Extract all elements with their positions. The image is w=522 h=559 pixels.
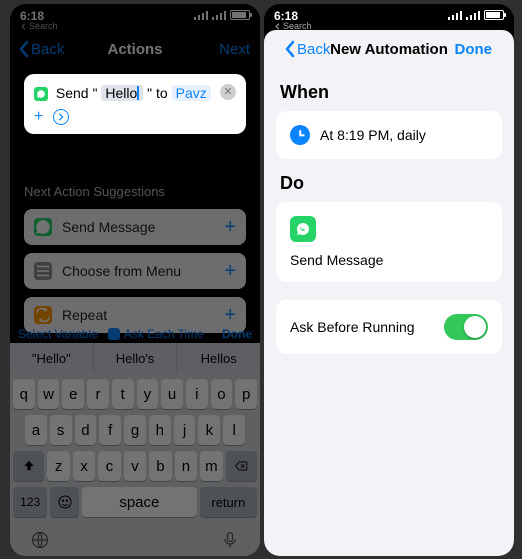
key-m[interactable]: m	[200, 451, 222, 481]
add-icon[interactable]: +	[224, 216, 236, 239]
ask-before-running-toggle[interactable]	[444, 314, 488, 340]
key-k[interactable]: k	[198, 415, 220, 445]
add-parameter-icon[interactable]: +	[34, 108, 43, 126]
key-f[interactable]: f	[99, 415, 121, 445]
menu-icon	[34, 262, 52, 280]
add-icon[interactable]: +	[224, 260, 236, 283]
kb-row-4: 123 space return	[13, 487, 257, 517]
mic-key[interactable]	[220, 530, 240, 550]
key-y[interactable]: y	[137, 379, 159, 409]
shift-key[interactable]	[13, 451, 44, 481]
next-action-suggestions: Next Action Suggestions Send Message + C…	[24, 164, 246, 341]
globe-key[interactable]	[30, 530, 50, 550]
key-t[interactable]: t	[112, 379, 134, 409]
signal-icon	[448, 10, 462, 20]
key-v[interactable]: v	[124, 451, 146, 481]
return-key[interactable]: return	[200, 487, 257, 517]
key-j[interactable]: j	[174, 415, 196, 445]
do-section-title: Do	[280, 173, 498, 194]
suggestion-choose-from-menu[interactable]: Choose from Menu +	[24, 253, 246, 289]
key-q[interactable]: q	[13, 379, 35, 409]
recipient-token[interactable]: Pavz	[172, 85, 211, 101]
signal-icon	[212, 10, 226, 20]
send-message-action-card[interactable]: ✕ Send " Hello " to Pavz +	[24, 74, 246, 134]
clear-action-icon[interactable]: ✕	[220, 84, 236, 100]
backspace-key[interactable]	[226, 451, 257, 481]
kb-suggestion[interactable]: Hello's	[94, 343, 178, 373]
whatsapp-icon	[34, 218, 52, 236]
when-trigger-text: At 8:19 PM, daily	[320, 127, 426, 143]
key-r[interactable]: r	[87, 379, 109, 409]
ask-each-time-icon	[108, 328, 120, 340]
clock-icon	[290, 125, 310, 145]
ask-before-running-row: Ask Before Running	[276, 300, 502, 354]
key-e[interactable]: e	[62, 379, 84, 409]
expand-action-icon[interactable]	[53, 109, 69, 125]
key-s[interactable]: s	[50, 415, 72, 445]
battery-icon	[230, 10, 250, 20]
back-button[interactable]: Back	[284, 30, 330, 68]
kb-row-3: zxcvbnm	[13, 451, 257, 481]
key-l[interactable]: l	[223, 415, 245, 445]
key-d[interactable]: d	[75, 415, 97, 445]
key-n[interactable]: n	[175, 451, 197, 481]
key-u[interactable]: u	[161, 379, 183, 409]
suggestions-title: Next Action Suggestions	[24, 184, 246, 199]
numbers-key[interactable]: 123	[13, 487, 47, 517]
whatsapp-icon	[290, 216, 316, 242]
when-section-title: When	[280, 82, 498, 103]
action-to: to	[156, 85, 168, 101]
signal-icon	[194, 10, 208, 20]
suggestion-send-message[interactable]: Send Message +	[24, 209, 246, 245]
next-button[interactable]: Next	[219, 30, 250, 68]
when-trigger-card[interactable]: At 8:19 PM, daily	[276, 111, 502, 159]
key-i[interactable]: i	[186, 379, 208, 409]
kb-row-1: qwertyuiop	[13, 379, 257, 409]
key-p[interactable]: p	[235, 379, 257, 409]
ask-each-time-button[interactable]: Ask Each Time	[108, 327, 204, 341]
navbar-actions: Back Actions Next	[10, 30, 260, 68]
message-input[interactable]: Hello	[101, 85, 143, 101]
key-x[interactable]: x	[73, 451, 95, 481]
battery-icon	[484, 10, 504, 20]
signal-icon	[466, 10, 480, 20]
whatsapp-icon	[34, 87, 48, 101]
phone-right-new-automation: 6:18 Search Back New Automation Done Whe…	[264, 4, 514, 556]
key-o[interactable]: o	[211, 379, 233, 409]
kb-row-2: asdfghjkl	[13, 415, 257, 445]
done-button[interactable]: Done	[222, 327, 252, 341]
keyboard[interactable]: "Hello" Hello's Hellos qwertyuiop asdfgh…	[10, 343, 260, 556]
do-action-label: Send Message	[290, 252, 488, 268]
kb-suggestion[interactable]: "Hello"	[10, 343, 94, 373]
new-automation-sheet: Back New Automation Done When At 8:19 PM…	[264, 30, 514, 556]
space-key[interactable]: space	[82, 487, 197, 517]
key-h[interactable]: h	[149, 415, 171, 445]
kb-suggestion[interactable]: Hellos	[177, 343, 260, 373]
navbar-title: New Automation	[330, 41, 448, 58]
key-a[interactable]: a	[25, 415, 47, 445]
navbar-new-automation: Back New Automation Done	[276, 30, 502, 68]
navbar-title: Actions	[107, 41, 162, 58]
ask-before-running-label: Ask Before Running	[290, 319, 415, 335]
action-prefix: Send	[56, 85, 89, 101]
key-b[interactable]: b	[149, 451, 171, 481]
status-bar: 6:18 Search	[264, 4, 514, 30]
keyboard-suggestions: "Hello" Hello's Hellos	[10, 343, 260, 373]
phone-left-actions: 6:18 Search Back Actions Next	[10, 4, 260, 556]
key-c[interactable]: c	[98, 451, 120, 481]
status-bar: 6:18 Search	[10, 4, 260, 30]
key-g[interactable]: g	[124, 415, 146, 445]
key-w[interactable]: w	[38, 379, 60, 409]
back-button[interactable]: Back	[18, 30, 64, 68]
done-button[interactable]: Done	[455, 30, 493, 68]
select-variable-button[interactable]: Select Variable	[18, 327, 98, 341]
do-action-card[interactable]: Send Message	[276, 202, 502, 282]
key-z[interactable]: z	[47, 451, 69, 481]
emoji-key[interactable]	[50, 487, 79, 517]
